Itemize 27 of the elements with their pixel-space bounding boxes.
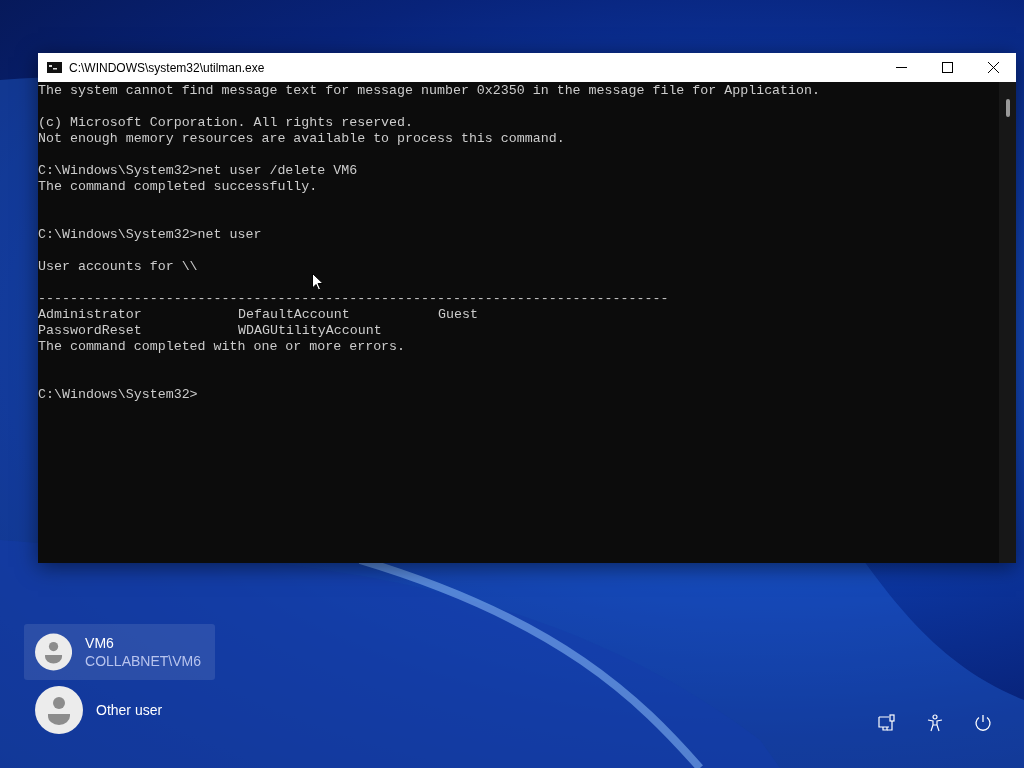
console-line: The system cannot find message text for message number 0x2350 in the message file for Application. [38,83,821,99]
mouse-pointer-icon [312,273,324,291]
account-name: WDAGUtilityAccount [238,323,383,339]
account-name: Guest [438,307,479,323]
close-icon [987,62,999,73]
account-name: Administrator [38,307,143,323]
user-tile[interactable]: VM6 COLLABNET\VM6 [24,624,215,680]
console-line: (c) Microsoft Corporation. All rights reserved. [38,115,415,131]
console-app-icon [47,62,62,73]
console-line: The command completed successfully. [38,179,319,195]
user-name: VM6 [85,635,115,651]
scrollbar[interactable] [999,82,1016,563]
console-line: The command completed with one or more errors. [38,339,407,355]
account-name: DefaultAccount [238,307,351,323]
window-title: C:\WINDOWS\system32\utilman.exe [69,60,266,75]
console-line: ------------------------------------------------------------------------------- [38,291,670,307]
user-tile[interactable]: Other user [24,682,215,738]
account-name: PasswordReset [38,323,143,339]
user-account: COLLABNET\VM6 [85,653,201,669]
console-line: C:\Windows\System32>net user /delete VM6 [38,163,359,179]
maximize-icon [941,62,953,73]
avatar-icon [35,686,83,734]
console-line: C:\Windows\System32>net user [38,227,263,243]
console-line: Not enough memory resources are available to process this command. [38,131,566,147]
console-line: User accounts for \\ [38,259,199,275]
user-name: Other user [96,702,163,718]
console-line: C:\Windows\System32> [38,387,199,403]
